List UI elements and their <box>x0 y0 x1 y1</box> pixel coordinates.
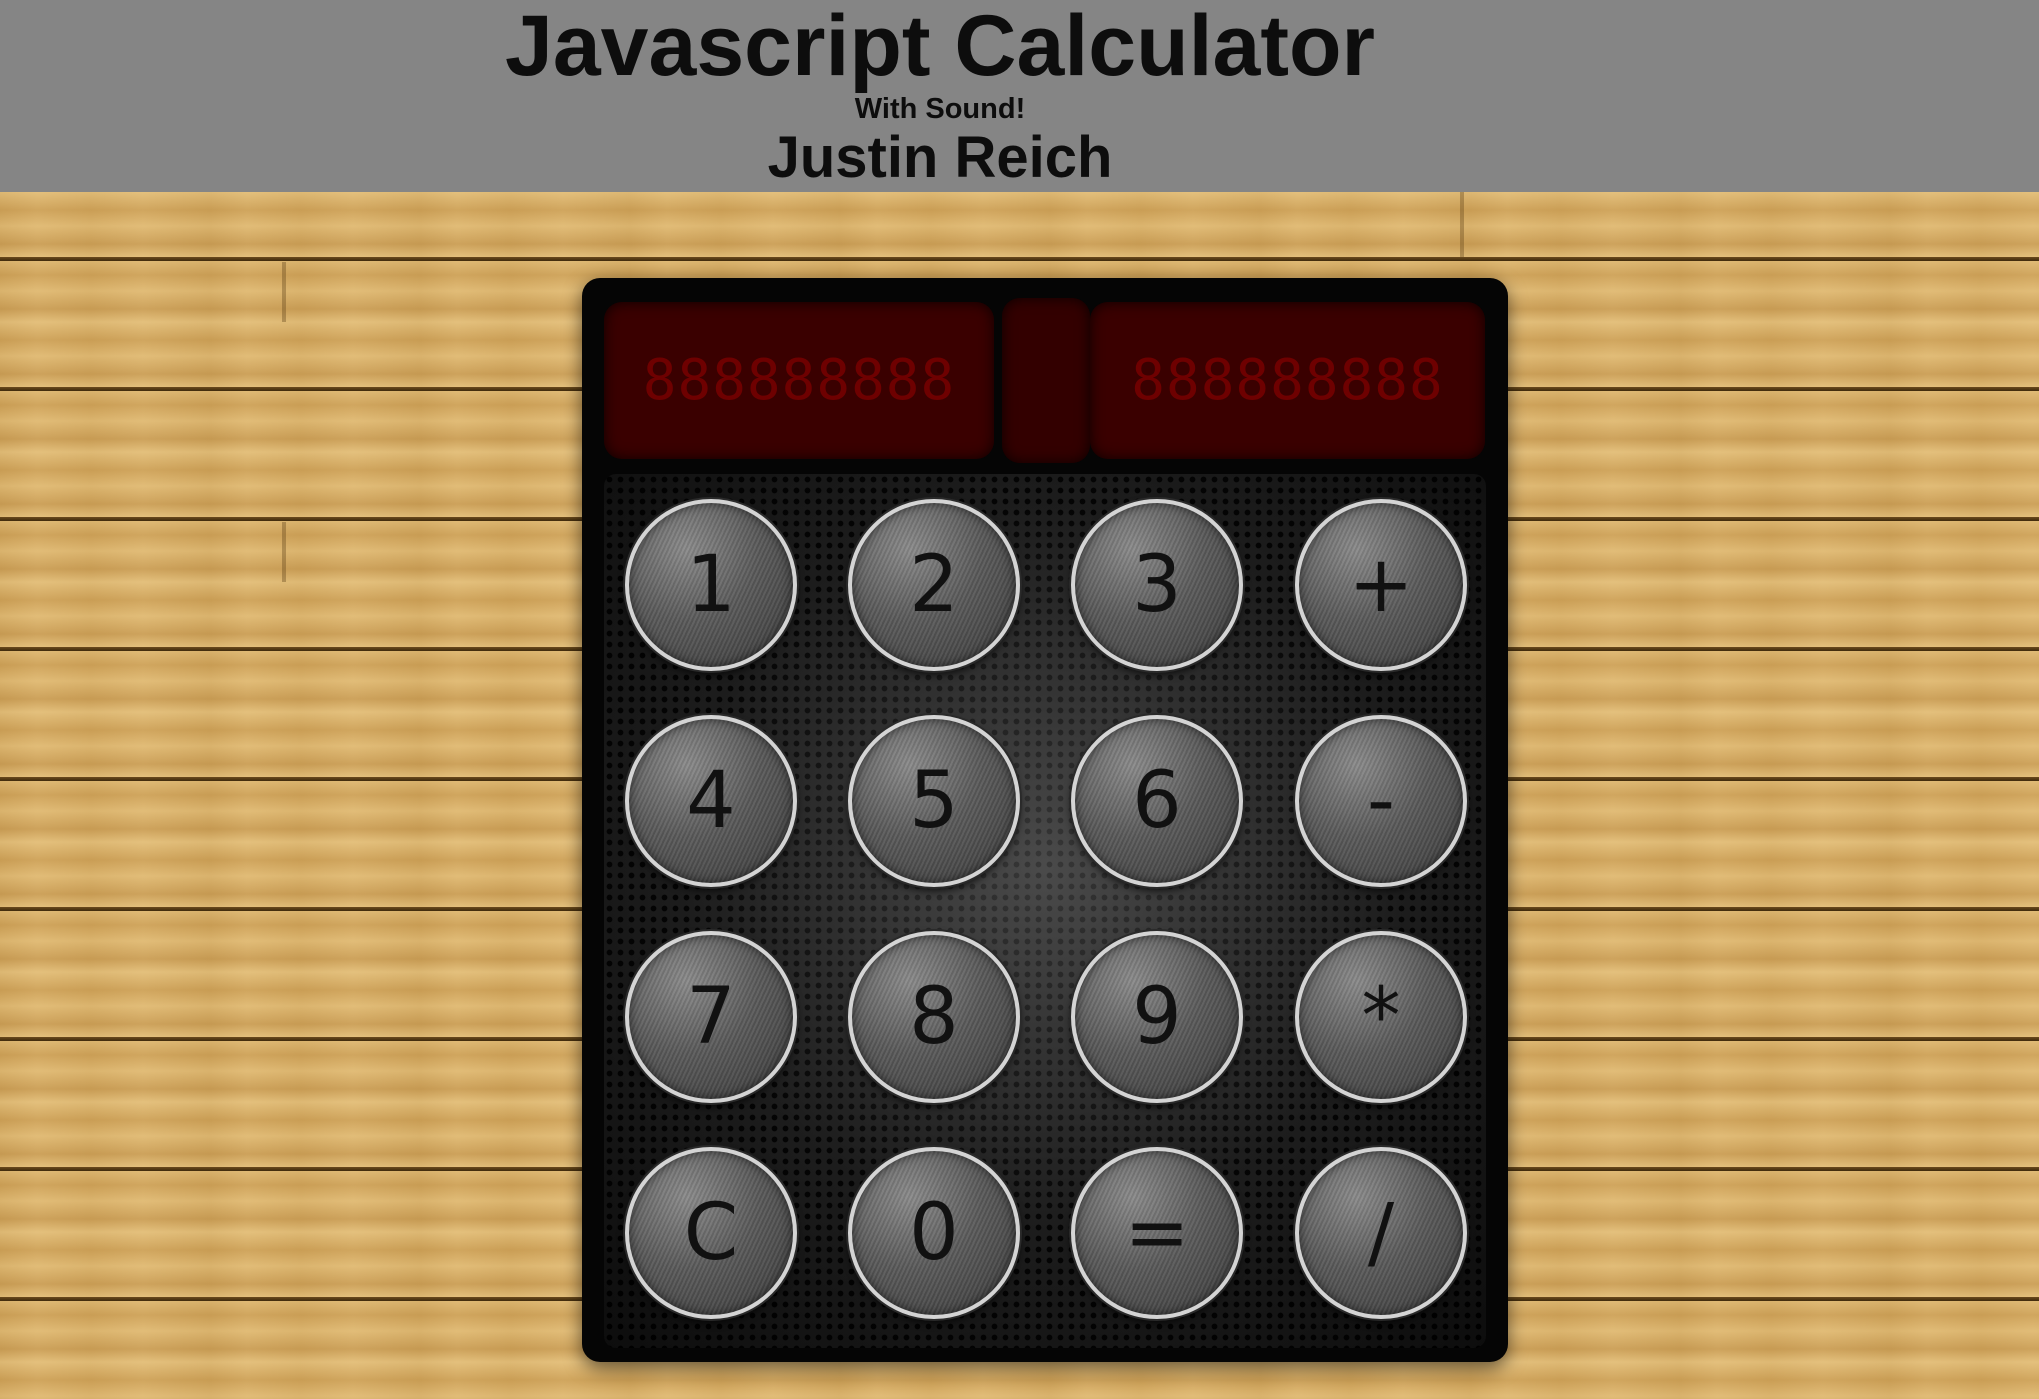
key-label: 1 <box>686 540 736 630</box>
display-right-digits: 888888888 <box>1131 348 1444 413</box>
key-4[interactable]: 4 <box>625 715 797 887</box>
key-divide[interactable]: / <box>1295 1147 1467 1319</box>
page-title: Javascript Calculator <box>505 0 1375 94</box>
key-5[interactable]: 5 <box>848 715 1020 887</box>
key-2[interactable]: 2 <box>848 499 1020 671</box>
display-right: 888888888 <box>1090 302 1485 459</box>
page-header: Javascript Calculator With Sound! Justin… <box>0 0 2039 192</box>
key-multiply[interactable]: * <box>1295 931 1467 1103</box>
key-label: C <box>683 1188 739 1278</box>
key-8[interactable]: 8 <box>848 931 1020 1103</box>
key-3[interactable]: 3 <box>1071 499 1243 671</box>
plank-seam <box>282 522 286 582</box>
key-label: 9 <box>1132 972 1182 1062</box>
key-7[interactable]: 7 <box>625 931 797 1103</box>
key-label: + <box>1348 540 1414 630</box>
key-equals[interactable]: = <box>1071 1147 1243 1319</box>
key-label: 8 <box>909 972 959 1062</box>
key-plus[interactable]: + <box>1295 499 1467 671</box>
key-clear[interactable]: C <box>625 1147 797 1319</box>
key-label: / <box>1367 1188 1395 1278</box>
author-name: Justin Reich <box>767 125 1113 190</box>
key-6[interactable]: 6 <box>1071 715 1243 887</box>
plank-seam <box>282 262 286 322</box>
key-label: 2 <box>909 540 959 630</box>
calculator: 888888888 888888888 1 2 3 + 4 5 6 - 7 8 … <box>582 278 1508 1362</box>
plank-seam <box>1460 192 1464 257</box>
key-label: * <box>1361 972 1401 1062</box>
display-divider <box>1002 298 1090 463</box>
display-left: 888888888 <box>604 302 994 459</box>
page-subtitle: With Sound! <box>854 93 1026 125</box>
key-1[interactable]: 1 <box>625 499 797 671</box>
key-label: 4 <box>686 756 736 846</box>
key-label: 7 <box>686 972 736 1062</box>
display-left-digits: 888888888 <box>642 348 956 413</box>
key-minus[interactable]: - <box>1295 715 1467 887</box>
key-label: 3 <box>1132 540 1182 630</box>
key-label: - <box>1366 756 1396 846</box>
key-label: 6 <box>1132 756 1182 846</box>
key-label: 5 <box>909 756 959 846</box>
key-9[interactable]: 9 <box>1071 931 1243 1103</box>
key-label: 0 <box>909 1188 959 1278</box>
key-label: = <box>1124 1188 1190 1278</box>
key-0[interactable]: 0 <box>848 1147 1020 1319</box>
